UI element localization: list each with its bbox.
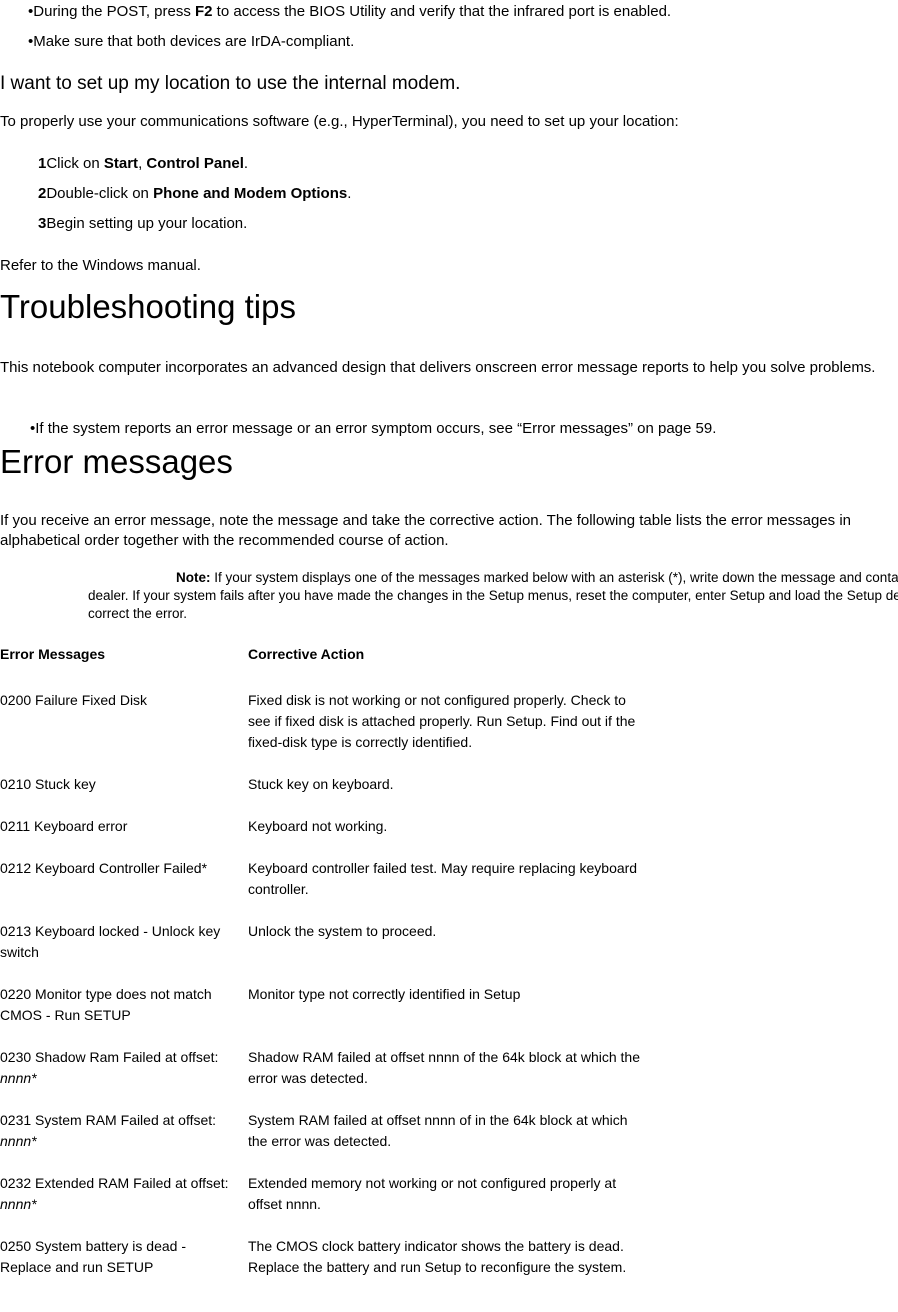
error-code-text: 0213 Keyboard locked - Unlock key switch <box>0 923 221 960</box>
cell-corrective-action: Fixed disk is not working or not configu… <box>248 692 636 750</box>
list-item: 1Click on Start, Control Panel. <box>0 154 700 173</box>
error-code-text: 0211 Keyboard error <box>0 818 128 834</box>
error-messages-intro-paragraph: If you receive an error message, note th… <box>0 512 851 549</box>
error-code-text: 0200 Failure Fixed Disk <box>0 692 148 708</box>
error-code-text: 0212 Keyboard Controller Failed* <box>0 860 208 876</box>
error-code-text: 0231 System RAM Failed at offset: <box>0 1112 217 1128</box>
cell-corrective-action: Monitor type not correctly identified in… <box>248 986 521 1002</box>
note-block: Note: If your system displays one of the… <box>0 569 898 623</box>
step-text-before: Click on <box>46 155 104 172</box>
step-text-before: Begin setting up your location. <box>46 215 248 232</box>
table-row: 0220 Monitor type does not match CMOS - … <box>0 984 640 1047</box>
step-text-bold-2: Control Panel <box>146 155 244 172</box>
cell-error-message: 0232 Extended RAM Failed at offset: nnnn… <box>0 1173 248 1236</box>
cell-corrective-action: Shadow RAM failed at offset nnnn of the … <box>248 1049 640 1086</box>
error-code-text: 0232 Extended RAM Failed at offset: <box>0 1175 229 1191</box>
error-code-text: 0210 Stuck key <box>0 776 96 792</box>
error-code-text: 0220 Monitor type does not match CMOS - … <box>0 986 212 1023</box>
table-row: 0212 Keyboard Controller Failed* Keyboar… <box>0 858 640 921</box>
table-row: 0230 Shadow Ram Failed at offset: nnnn* … <box>0 1047 640 1110</box>
table-row: 0211 Keyboard error Keyboard not working… <box>0 816 640 858</box>
list-item: 2Double-click on Phone and Modem Options… <box>0 184 700 203</box>
troubleshooting-bullet: •If the system reports an error message … <box>0 419 898 438</box>
bullet-text-before: Make sure that both devices are IrDA-com… <box>33 33 355 50</box>
table-body: 0200 Failure Fixed Disk Fixed disk is no… <box>0 690 640 1299</box>
section-heading-internal-modem: I want to set up my location to use the … <box>0 73 461 94</box>
cell-corrective-action: Keyboard controller failed test. May req… <box>248 860 638 897</box>
cell-corrective-action: System RAM failed at offset nnnn of in t… <box>248 1112 628 1149</box>
cell-corrective-action: The CMOS clock battery indicator shows t… <box>248 1238 627 1275</box>
list-item: 3Begin setting up your location. <box>0 214 700 233</box>
table-row: 0250 System battery is dead - Replace an… <box>0 1236 640 1299</box>
cell-error-message: 0213 Keyboard locked - Unlock key switch <box>0 921 248 984</box>
list-item: •During the POST, press F2 to access the… <box>0 2 898 21</box>
cell-corrective-action: Unlock the system to proceed. <box>248 923 437 939</box>
column-header-error-messages: Error Messages <box>0 646 106 662</box>
cell-error-message: 0250 System battery is dead - Replace an… <box>0 1236 248 1299</box>
cell-corrective-action: Keyboard not working. <box>248 818 388 834</box>
modem-setup-steps: 1Click on Start, Control Panel. 2Double-… <box>0 154 700 244</box>
cell-error-message: 0212 Keyboard Controller Failed* <box>0 858 248 921</box>
error-code-text: 0230 Shadow Ram Failed at offset: <box>0 1049 219 1065</box>
cell-corrective-action: Extended memory not working or not confi… <box>248 1175 617 1212</box>
note-label: Note: <box>176 570 211 585</box>
list-item: •Make sure that both devices are IrDA-co… <box>0 32 898 51</box>
table-row: 0200 Failure Fixed Disk Fixed disk is no… <box>0 690 640 774</box>
table-row: 0232 Extended RAM Failed at offset: nnnn… <box>0 1173 640 1236</box>
bullet-text-before: During the POST, press <box>33 3 195 20</box>
infrared-tips-bullet-list: •During the POST, press F2 to access the… <box>0 2 898 62</box>
step-text-bold-1: Phone and Modem Options <box>153 185 348 202</box>
step-text-after: . <box>243 155 249 172</box>
error-code-italic: nnnn* <box>0 1070 37 1086</box>
cell-corrective-action: Stuck key on keyboard. <box>248 776 394 792</box>
troubleshooting-intro-paragraph: This notebook computer incorporates an a… <box>0 359 876 376</box>
cell-error-message: 0231 System RAM Failed at offset: nnnn* <box>0 1110 248 1173</box>
page-title-troubleshooting-tips: Troubleshooting tips <box>0 288 296 325</box>
column-header-corrective-action: Corrective Action <box>248 646 365 662</box>
modem-intro-paragraph: To properly use your communications soft… <box>0 113 679 130</box>
table-row: 0210 Stuck key Stuck key on keyboard. <box>0 774 640 816</box>
table-row: 0213 Keyboard locked - Unlock key switch… <box>0 921 640 984</box>
cell-error-message: 0210 Stuck key <box>0 774 248 816</box>
cell-error-message: 0220 Monitor type does not match CMOS - … <box>0 984 248 1047</box>
step-text-after: . <box>347 185 352 202</box>
table-header-row: Error Messages Corrective Action <box>0 645 640 690</box>
error-messages-table: Error Messages Corrective Action 0200 Fa… <box>0 645 640 1299</box>
bullet-text-bold: F2 <box>195 3 213 20</box>
cell-error-message: 0211 Keyboard error <box>0 816 248 858</box>
bullet-text: If the system reports an error message o… <box>35 420 717 437</box>
table-row: 0231 System RAM Failed at offset: nnnn* … <box>0 1110 640 1173</box>
cell-error-message: 0230 Shadow Ram Failed at offset: nnnn* <box>0 1047 248 1110</box>
cell-error-message: 0200 Failure Fixed Disk <box>0 690 248 774</box>
error-code-text: 0250 System battery is dead - Replace an… <box>0 1238 186 1275</box>
bullet-text-after: to access the BIOS Utility and verify th… <box>212 3 672 20</box>
step-text-before: Double-click on <box>46 185 154 202</box>
refer-windows-manual-paragraph: Refer to the Windows manual. <box>0 257 201 274</box>
error-code-italic: nnnn* <box>0 1133 37 1149</box>
step-text-bold-1: Start <box>103 155 139 172</box>
error-code-italic: nnnn* <box>0 1196 37 1212</box>
page-title-error-messages: Error messages <box>0 443 233 480</box>
document-page: •During the POST, press F2 to access the… <box>0 0 898 1312</box>
